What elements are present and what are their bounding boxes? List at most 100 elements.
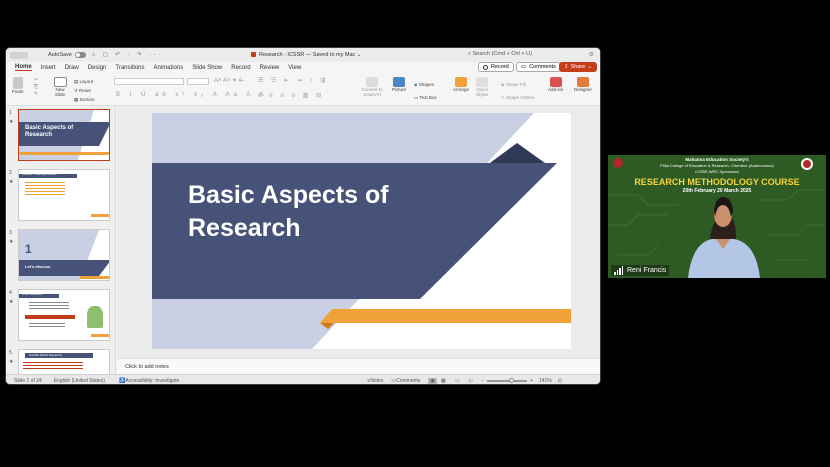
addins-label: Add-ins: [548, 87, 564, 92]
paste-button[interactable]: Paste: [12, 77, 24, 94]
powerpoint-icon: [251, 52, 256, 58]
font-name-select[interactable]: [114, 78, 184, 85]
tab-draw[interactable]: Draw: [65, 65, 79, 71]
zoom-slider-thumb[interactable]: [509, 377, 515, 383]
thumb-4-illustration: [87, 306, 103, 328]
tab-review[interactable]: Review: [260, 65, 280, 71]
thumb-4-red-bar: [25, 315, 75, 319]
thumb-2-bar: [91, 214, 109, 217]
course-dates: 20th February 20 March 2025: [682, 188, 752, 194]
tab-transitions[interactable]: Transitions: [115, 65, 144, 71]
thumb-3-number: 1: [25, 242, 32, 256]
picture-button[interactable]: Picture: [392, 77, 406, 92]
tab-design[interactable]: Design: [88, 65, 107, 71]
list-icons[interactable]: ☰ ☷ ⇤ ⇥ ↕ ⇶: [258, 77, 328, 84]
search-placeholder: Search (Cmd + Ctrl + U): [472, 51, 532, 57]
designer-icon: [577, 77, 589, 87]
thumb-2-lines: [25, 182, 65, 196]
slide-thumbnail-3[interactable]: 1 Let's discuss: [18, 229, 110, 281]
video-participant-tile: Mahatma Education Society's Pillai Colle…: [608, 155, 826, 278]
record-button[interactable]: Record: [478, 62, 514, 72]
search-box[interactable]: ⌕ Search (Cmd + Ctrl + U): [468, 51, 532, 58]
record-label: Record: [491, 64, 509, 70]
slide-thumbnail-4[interactable]: What is Research?: [18, 289, 110, 341]
ribbon-home: Paste ✂ ⎘ ✎ New Slide ▤ Layout ↺ Reset ▦ S…: [6, 74, 600, 106]
tab-animations[interactable]: Animations: [154, 65, 184, 71]
participant-name-tag: Reni Francis: [611, 265, 670, 276]
document-title-text: Research - ICSSR — Saved to my Mac ⌄: [259, 52, 362, 58]
comments-button[interactable]: ▭ Comments: [516, 62, 561, 72]
language-indicator[interactable]: English (United States): [54, 378, 105, 384]
slide-thumbnail-1[interactable]: Basic Aspects of Research: [18, 109, 110, 161]
notes-toggle[interactable]: Notes: [370, 378, 383, 384]
fit-slide-icon[interactable]: ⊡: [558, 378, 562, 384]
slide-thumbnail-5[interactable]: Scientific Method Research is: [18, 349, 110, 374]
arrange-button[interactable]: Arrange: [453, 77, 469, 92]
autosave-label: AutoSave: [48, 52, 72, 58]
new-slide-button[interactable]: New Slide: [53, 77, 67, 97]
status-bar: Slide 1 of 24 English (United States) ♿ …: [6, 374, 600, 384]
section-button[interactable]: ▦ Section: [74, 95, 95, 104]
thumb-number: 2: [9, 170, 12, 176]
font-size-select[interactable]: [187, 78, 209, 85]
thumb-5-lines: [23, 362, 83, 370]
reset-button[interactable]: ↺ Reset: [74, 86, 95, 95]
zoom-in-icon[interactable]: +: [530, 378, 533, 384]
tab-record[interactable]: Record: [231, 65, 250, 71]
comments-toggle[interactable]: Comments: [396, 378, 420, 384]
addins-button[interactable]: Add-ins: [548, 77, 563, 92]
clipboard-tools-icon[interactable]: ✂ ⎘ ✎: [32, 77, 40, 98]
tab-insert[interactable]: Insert: [41, 65, 56, 71]
current-slide[interactable]: Basic Aspects of Research: [152, 113, 571, 349]
title-bar: AutoSave ⌂ ▢ ↶ · ↷ ··· Research - ICSSR …: [6, 48, 600, 62]
slide-title[interactable]: Basic Aspects of Research: [188, 179, 389, 245]
chevron-down-icon: ⌄: [587, 64, 592, 70]
slide-editing-canvas[interactable]: Basic Aspects of Research: [117, 106, 600, 358]
normal-view-icon[interactable]: ▣: [428, 377, 438, 384]
share-icon: ⇪: [564, 64, 569, 70]
font-grow-shrink-icons[interactable]: A˄ A˅ ✦ A̶: [214, 77, 242, 84]
zoom-slider[interactable]: [487, 377, 528, 383]
arrange-label: Arrange: [453, 87, 470, 92]
new-slide-label: New Slide: [54, 87, 65, 97]
share-button[interactable]: ⇪ Share ⌄: [559, 62, 597, 72]
slide-thumbnail-2[interactable]: Overview – Learning outcomes: [18, 169, 110, 221]
thumb-3-graphic: [19, 230, 109, 280]
shapes-button[interactable]: ◆ Shapes: [414, 78, 437, 91]
thumb-1-title: Basic Aspects of Research: [25, 125, 74, 138]
designer-button[interactable]: Designer: [574, 77, 592, 92]
autosave-toggle[interactable]: [74, 52, 86, 58]
zoom-out-icon[interactable]: −: [481, 378, 484, 384]
tab-home[interactable]: Home: [15, 64, 32, 71]
slide-thumbnail-panel[interactable]: 1 ★ Basic Aspects of Research 2 ★ Overvi…: [6, 106, 116, 374]
quick-styles-label: Quick Styles: [476, 87, 489, 97]
layout-button[interactable]: ▤ Layout: [74, 77, 95, 86]
convert-smartart-button[interactable]: Convert to SmartArt: [358, 77, 386, 97]
star-icon: ★: [9, 179, 14, 185]
notes-pane[interactable]: Click to add notes: [117, 358, 600, 374]
align-icons[interactable]: ≡ ≡ ≡ ≡ ▥ ⊟: [258, 92, 324, 99]
shape-fill-label: Shape Fill: [505, 82, 526, 87]
star-icon: ★: [9, 239, 14, 245]
comments-label: Comments: [529, 64, 556, 70]
quick-styles-button[interactable]: Quick Styles: [476, 77, 488, 97]
view-mode-icons[interactable]: ▦ ▭ ▷: [441, 378, 477, 384]
thumb-number: 4: [9, 290, 12, 296]
accessibility-status[interactable]: Accessibility: Investigate: [125, 378, 179, 384]
font-format-icons[interactable]: B I U ab x² x₂ A Aa A A: [116, 92, 267, 98]
layout-label: Layout: [79, 79, 94, 84]
tab-slide-show[interactable]: Slide Show: [192, 65, 222, 71]
quick-access-icons[interactable]: ⌂ ▢ ↶ · ↷ ···: [92, 52, 164, 58]
profile-icon[interactable]: ⚙: [589, 51, 594, 58]
tab-view[interactable]: View: [288, 65, 301, 71]
picture-icon: [393, 77, 405, 87]
thumb-4-lines-2: [29, 323, 65, 329]
shape-fill-button[interactable]: ◈ Shape Fill: [501, 78, 535, 91]
sidebar-toggle-icon[interactable]: [10, 51, 28, 59]
share-label: Share: [570, 64, 586, 70]
college-name: Pillai College of Education & Research, …: [660, 163, 774, 168]
document-title[interactable]: Research - ICSSR — Saved to my Mac ⌄: [251, 52, 361, 58]
shape-outline-button[interactable]: ✎ Shape Outline: [501, 91, 535, 104]
text-box-button[interactable]: ▭ Text Box: [414, 91, 437, 104]
zoom-level[interactable]: 141%: [539, 378, 552, 384]
